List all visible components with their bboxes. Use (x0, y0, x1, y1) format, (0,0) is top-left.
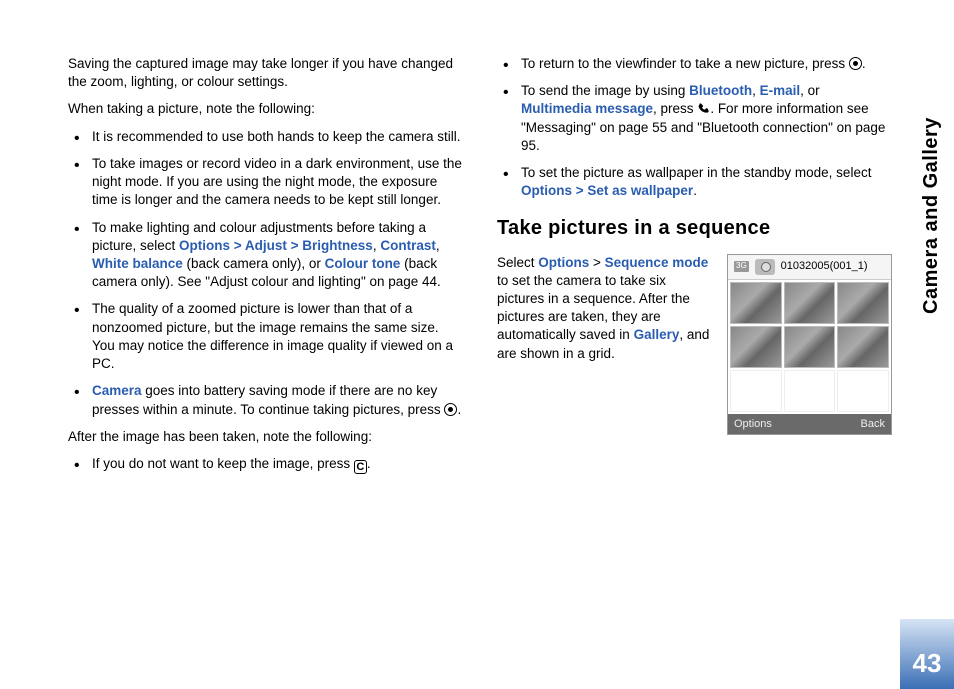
phone-titlebar: 3G 01032005(001_1) (728, 255, 891, 280)
ui-path-link: Contrast (380, 238, 436, 253)
list-item: To set the picture as wallpaper in the s… (497, 164, 892, 200)
right-column: To return to the viewfinder to take a ne… (497, 55, 892, 483)
ui-path-link: Options > Adjust > Brightness (179, 238, 373, 253)
thumbnail (784, 282, 836, 324)
link-email: E-mail (760, 83, 801, 98)
chapter-title: Camera and Gallery (920, 117, 943, 314)
sequence-section: Select Options > Sequence mode to set th… (497, 254, 892, 436)
thumbnail (837, 326, 889, 368)
select-button-icon (849, 57, 862, 70)
link-mms: Multimedia message (521, 101, 653, 116)
thumbnail-empty (837, 370, 889, 412)
left-column: Saving the captured image may take longe… (68, 55, 463, 483)
paragraph: After the image has been taken, note the… (68, 428, 463, 446)
phone-softkeys: Options Back (728, 414, 891, 435)
bullet-list: It is recommended to use both hands to k… (68, 128, 463, 419)
ui-path-link: Options (538, 255, 589, 270)
bullet-list: If you do not want to keep the image, pr… (68, 455, 463, 474)
list-item: To take images or record video in a dark… (68, 155, 463, 210)
list-item: It is recommended to use both hands to k… (68, 128, 463, 146)
list-item: To make lighting and colour adjustments … (68, 219, 463, 292)
ui-path-link: Camera (92, 383, 142, 398)
link-bluetooth: Bluetooth (689, 83, 752, 98)
thumbnail-empty (730, 370, 782, 412)
paragraph: Select Options > Sequence mode to set th… (497, 254, 715, 363)
thumbnail (784, 326, 836, 368)
select-button-icon (444, 403, 457, 416)
paragraph: Saving the captured image may take longe… (68, 55, 463, 91)
thumbnail (837, 282, 889, 324)
list-item: The quality of a zoomed picture is lower… (68, 300, 463, 373)
bullet-list: To return to the viewfinder to take a ne… (497, 55, 892, 201)
thumbnail (730, 326, 782, 368)
phone-screenshot: 3G 01032005(001_1) Options (727, 254, 892, 436)
ui-path-link: Sequence mode (605, 255, 709, 270)
signal-3g-icon: 3G (734, 261, 749, 272)
thumbnail-empty (784, 370, 836, 412)
softkey-left: Options (734, 417, 772, 432)
camera-icon (755, 259, 775, 275)
list-item: To return to the viewfinder to take a ne… (497, 55, 892, 73)
chapter-sidebar: Camera and Gallery (920, 40, 942, 390)
document-page: Saving the captured image may take longe… (0, 0, 954, 513)
call-key-icon (697, 102, 710, 115)
page-number: 43 (900, 619, 954, 689)
softkey-right: Back (861, 417, 885, 432)
ui-path-link: Colour tone (325, 256, 401, 271)
thumbnail-grid (728, 280, 891, 414)
filename-label: 01032005(001_1) (781, 259, 868, 274)
list-item: Camera goes into battery saving mode if … (68, 382, 463, 418)
list-item: If you do not want to keep the image, pr… (68, 455, 463, 474)
clear-key-icon: C (354, 460, 367, 474)
ui-path-link: Options > Set as wallpaper (521, 183, 693, 198)
list-item: To send the image by using Bluetooth, E-… (497, 82, 892, 155)
ui-path-link: White balance (92, 256, 183, 271)
section-heading: Take pictures in a sequence (497, 215, 892, 242)
thumbnail (730, 282, 782, 324)
ui-path-link: Gallery (634, 327, 680, 342)
paragraph: When taking a picture, note the followin… (68, 100, 463, 118)
